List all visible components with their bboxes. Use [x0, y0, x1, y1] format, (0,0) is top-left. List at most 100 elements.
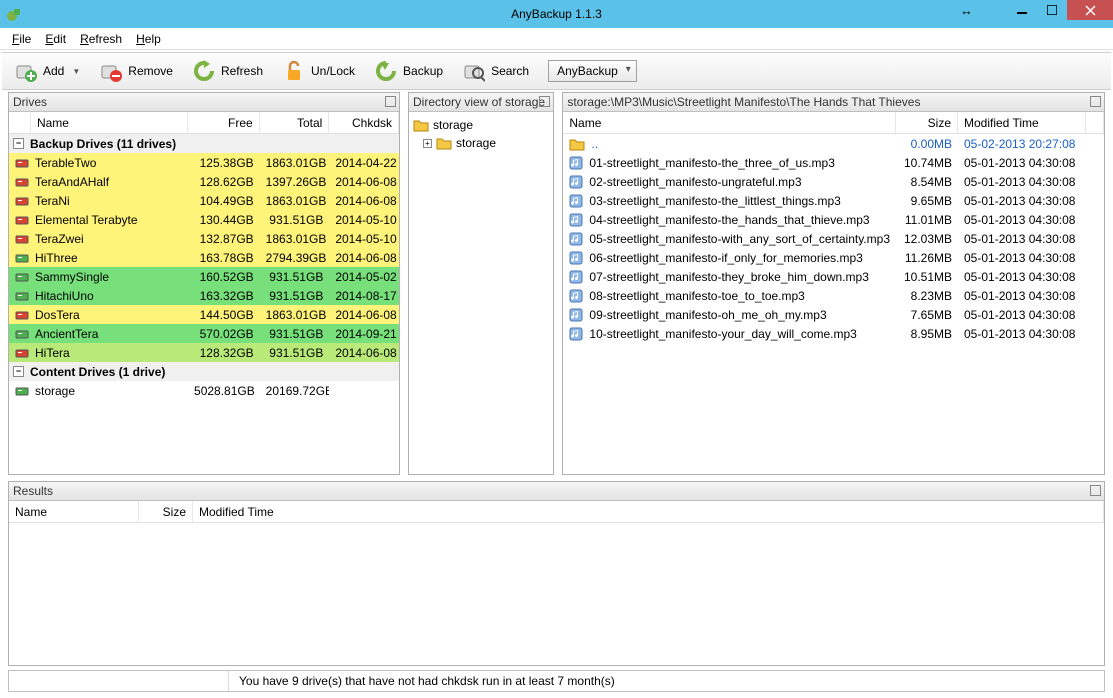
col-total[interactable]: Total: [260, 112, 330, 133]
backup-button[interactable]: Backup: [366, 55, 452, 87]
expand-icon[interactable]: +: [423, 139, 432, 148]
menu-edit[interactable]: Edit: [39, 30, 72, 48]
add-button[interactable]: Add▼: [6, 55, 89, 87]
tree-root[interactable]: storage: [413, 116, 549, 134]
col-fsize[interactable]: Size: [896, 112, 958, 133]
file-parent-row[interactable]: .. 0.00MB 05-02-2013 20:27:08: [563, 134, 1104, 153]
file-name: 10-streetlight_manifesto-your_day_will_c…: [589, 327, 856, 341]
panel-grip-icon[interactable]: [1090, 485, 1101, 496]
file-row[interactable]: 02-streetlight_manifesto-ungrateful.mp3 …: [563, 172, 1104, 191]
col-rname[interactable]: Name: [9, 501, 139, 522]
file-size: 8.95MB: [896, 327, 958, 341]
drive-row[interactable]: HiTera 128.32GB 931.51GB 2014-06-08: [9, 343, 399, 362]
drive-chkdsk: 2014-08-17: [329, 289, 399, 303]
drive-name: HitachiUno: [35, 289, 94, 303]
menu-help[interactable]: Help: [130, 30, 167, 48]
file-modified: 05-01-2013 04:30:08: [958, 156, 1086, 170]
maximize-button[interactable]: [1037, 0, 1067, 20]
panel-grip-icon[interactable]: [385, 96, 396, 107]
profile-combo[interactable]: AnyBackup: [548, 60, 637, 82]
drive-row[interactable]: TeraAndAHalf 128.62GB 1397.26GB 2014-06-…: [9, 172, 399, 191]
file-size: 8.23MB: [896, 289, 958, 303]
file-row[interactable]: 06-streetlight_manifesto-if_only_for_mem…: [563, 248, 1104, 267]
folder-icon: [436, 136, 452, 150]
drive-name: TerableTwo: [35, 156, 96, 170]
drive-row[interactable]: SammySingle 160.52GB 931.51GB 2014-05-02: [9, 267, 399, 286]
drive-chkdsk: 2014-06-08: [329, 251, 399, 265]
menubar: File Edit Refresh Help: [0, 28, 1113, 50]
drives-header: Drives: [9, 93, 399, 112]
col-name[interactable]: Name: [31, 112, 188, 133]
file-row[interactable]: 08-streetlight_manifesto-toe_to_toe.mp3 …: [563, 286, 1104, 305]
drive-total: 20169.72GB: [260, 384, 330, 398]
search-label: Search: [491, 64, 529, 78]
drive-total: 931.51GB: [260, 270, 330, 284]
file-row[interactable]: 07-streetlight_manifesto-they_broke_him_…: [563, 267, 1104, 286]
drive-row[interactable]: HitachiUno 163.32GB 931.51GB 2014-08-17: [9, 286, 399, 305]
tree-panel: Directory view of storage storage + stor…: [408, 92, 554, 475]
drive-row[interactable]: DosTera 144.50GB 1863.01GB 2014-06-08: [9, 305, 399, 324]
collapse-icon[interactable]: −: [13, 366, 24, 377]
col-free[interactable]: Free: [188, 112, 260, 133]
drive-row[interactable]: TeraZwei 132.87GB 1863.01GB 2014-05-10: [9, 229, 399, 248]
drive-name: Elemental Terabyte: [35, 213, 138, 227]
file-row[interactable]: 01-streetlight_manifesto-the_three_of_us…: [563, 153, 1104, 172]
file-size: 7.65MB: [896, 308, 958, 322]
file-row[interactable]: 10-streetlight_manifesto-your_day_will_c…: [563, 324, 1104, 343]
expand-icon[interactable]: ↔: [960, 3, 973, 18]
drive-icon: [15, 347, 29, 359]
titlebar[interactable]: AnyBackup 1.1.3 ↔: [0, 0, 1113, 28]
drives-panel: Drives Name Free Total Chkdsk −Backup Dr…: [8, 92, 400, 475]
col-fname[interactable]: Name: [563, 112, 896, 133]
drive-chkdsk: 2014-09-21: [329, 327, 399, 341]
file-row[interactable]: 05-streetlight_manifesto-with_any_sort_o…: [563, 229, 1104, 248]
menu-refresh[interactable]: Refresh: [74, 30, 128, 48]
remove-button[interactable]: Remove: [91, 55, 182, 87]
drive-row[interactable]: Elemental Terabyte 130.44GB 931.51GB 201…: [9, 210, 399, 229]
panel-grip-icon[interactable]: [539, 96, 550, 107]
drives-body[interactable]: −Backup Drives (11 drives) TerableTwo 12…: [9, 134, 399, 474]
folder-open-icon: [413, 118, 429, 132]
group-backup[interactable]: −Backup Drives (11 drives): [9, 134, 399, 153]
file-name: 09-streetlight_manifesto-oh_me_oh_my.mp3: [589, 308, 826, 322]
file-modified: 05-01-2013 04:30:08: [958, 270, 1086, 284]
file-name: 03-streetlight_manifesto-the_littlest_th…: [589, 194, 840, 208]
drive-row[interactable]: TerableTwo 125.38GB 1863.01GB 2014-04-22: [9, 153, 399, 172]
panel-grip-icon[interactable]: [1090, 96, 1101, 107]
file-row[interactable]: 03-streetlight_manifesto-the_littlest_th…: [563, 191, 1104, 210]
file-size: 0.00MB: [896, 137, 958, 151]
drive-row[interactable]: storage 5028.81GB 20169.72GB: [9, 381, 399, 400]
files-body[interactable]: .. 0.00MB 05-02-2013 20:27:08 01-streetl…: [563, 134, 1104, 474]
col-fmod[interactable]: Modified Time: [958, 112, 1086, 133]
col-rsize[interactable]: Size: [139, 501, 193, 522]
col-rmod[interactable]: Modified Time: [193, 501, 1104, 522]
file-row[interactable]: 04-streetlight_manifesto-the_hands_that_…: [563, 210, 1104, 229]
file-name: 04-streetlight_manifesto-the_hands_that_…: [589, 213, 869, 227]
drive-total: 931.51GB: [260, 213, 330, 227]
file-modified: 05-01-2013 04:30:08: [958, 232, 1086, 246]
minimize-button[interactable]: [1007, 0, 1037, 20]
drive-free: 5028.81GB: [188, 384, 260, 398]
drive-row[interactable]: HiThree 163.78GB 2794.39GB 2014-06-08: [9, 248, 399, 267]
results-body[interactable]: [9, 523, 1104, 665]
close-button[interactable]: [1067, 0, 1113, 20]
collapse-icon[interactable]: −: [13, 138, 24, 149]
drive-name: SammySingle: [35, 270, 109, 284]
drive-total: 1863.01GB: [260, 232, 330, 246]
drive-free: 132.87GB: [188, 232, 260, 246]
tree-child[interactable]: + storage: [413, 134, 549, 152]
drive-row[interactable]: TeraNi 104.49GB 1863.01GB 2014-06-08: [9, 191, 399, 210]
col-chkdsk[interactable]: Chkdsk: [329, 112, 399, 133]
drive-row[interactable]: AncientTera 570.02GB 931.51GB 2014-09-21: [9, 324, 399, 343]
tree-body[interactable]: storage + storage: [409, 112, 553, 474]
refresh-button[interactable]: Refresh: [184, 55, 272, 87]
group-content[interactable]: −Content Drives (1 drive): [9, 362, 399, 381]
drive-free: 125.38GB: [188, 156, 260, 170]
file-size: 10.74MB: [896, 156, 958, 170]
file-size: 11.01MB: [896, 213, 958, 227]
results-panel: Results Name Size Modified Time: [8, 481, 1105, 666]
search-button[interactable]: Search: [454, 55, 538, 87]
menu-file[interactable]: File: [6, 30, 37, 48]
file-row[interactable]: 09-streetlight_manifesto-oh_me_oh_my.mp3…: [563, 305, 1104, 324]
unlock-button[interactable]: Un/Lock: [274, 55, 364, 87]
